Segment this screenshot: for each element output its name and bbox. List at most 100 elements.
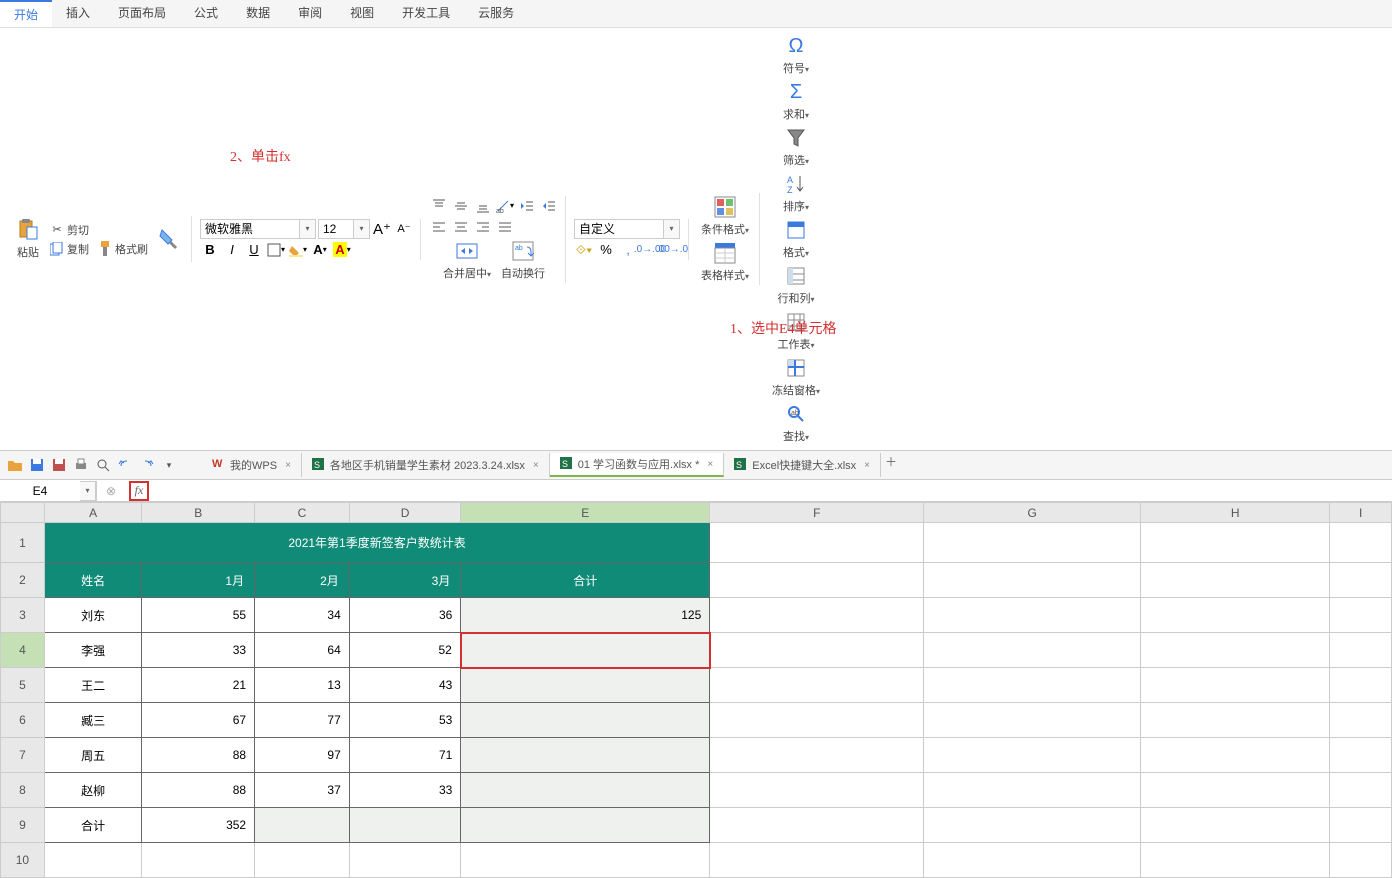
cell[interactable] [924, 808, 1141, 843]
font-color-button[interactable]: A▾ [310, 240, 330, 260]
cell[interactable] [924, 668, 1141, 703]
menu-tab-cloud[interactable]: 云服务 [464, 0, 528, 27]
close-icon[interactable]: × [864, 460, 870, 471]
cell[interactable] [924, 633, 1141, 668]
row-header[interactable]: 1 [1, 523, 45, 563]
cell[interactable]: 王二 [44, 668, 142, 703]
cancel-formula-button[interactable]: ⊗ [101, 481, 121, 501]
undo-icon[interactable] [116, 456, 134, 474]
cell[interactable]: 64 [255, 633, 350, 668]
cell[interactable] [461, 738, 710, 773]
cell[interactable] [924, 703, 1141, 738]
cell[interactable]: 88 [142, 738, 255, 773]
cell[interactable] [1330, 703, 1392, 738]
cell[interactable] [1141, 523, 1330, 563]
row-header[interactable]: 5 [1, 668, 45, 703]
freeze-button[interactable]: 冻结窗格▾ [768, 354, 824, 400]
menu-tab-insert[interactable]: 插入 [52, 0, 104, 27]
paste-button[interactable]: 粘贴 [12, 216, 44, 262]
highlight-button[interactable]: A▾ [332, 240, 352, 260]
cell[interactable]: 33 [142, 633, 255, 668]
cell[interactable]: 37 [255, 773, 350, 808]
cell[interactable]: 53 [349, 703, 461, 738]
cell[interactable] [710, 563, 924, 598]
grid[interactable]: A B C D E F G H I 1 2021年第1季度新签客户数统计表 2 … [0, 502, 1392, 878]
menu-tab-review[interactable]: 审阅 [284, 0, 336, 27]
row-header[interactable]: 9 [1, 808, 45, 843]
menu-tab-dev[interactable]: 开发工具 [388, 0, 464, 27]
table-style-button[interactable]: 表格样式▾ [697, 239, 753, 285]
add-tab-button[interactable]: ＋ [881, 453, 901, 477]
cell[interactable]: 合计 [44, 808, 142, 843]
underline-button[interactable]: U [244, 240, 264, 260]
cell[interactable]: 55 [142, 598, 255, 633]
table-header[interactable]: 合计 [461, 563, 710, 598]
num-format-combo[interactable]: ▾ [574, 219, 682, 239]
cell[interactable] [1330, 843, 1392, 878]
cell[interactable] [255, 843, 350, 878]
menu-tab-formula[interactable]: 公式 [180, 0, 232, 27]
cell[interactable] [924, 738, 1141, 773]
dec-decimal-button[interactable]: .00→.0 [662, 240, 682, 260]
cell[interactable]: 67 [142, 703, 255, 738]
col-header-C[interactable]: C [255, 503, 350, 523]
cell[interactable]: 88 [142, 773, 255, 808]
col-header-I[interactable]: I [1330, 503, 1392, 523]
cell[interactable]: 352 [142, 808, 255, 843]
border-button[interactable]: ▾ [266, 240, 286, 260]
saveas-icon[interactable] [50, 456, 68, 474]
cell[interactable] [710, 668, 924, 703]
font-shrink-button[interactable]: A⁻ [394, 219, 414, 239]
cell[interactable] [1141, 738, 1330, 773]
doc-tab-3[interactable]: SExcel快捷键大全.xlsx× [724, 453, 881, 477]
col-header-F[interactable]: F [710, 503, 924, 523]
cell[interactable] [924, 563, 1141, 598]
cell[interactable]: 97 [255, 738, 350, 773]
row-header[interactable]: 4 [1, 633, 45, 668]
font-size-combo[interactable]: ▾ [318, 219, 370, 239]
cond-format-button[interactable]: 条件格式▾ [697, 193, 753, 239]
col-header-E[interactable]: E [461, 503, 710, 523]
cell[interactable] [1141, 843, 1330, 878]
cell[interactable] [924, 843, 1141, 878]
sort-button[interactable]: AZ排序▾ [779, 170, 813, 216]
cell[interactable] [710, 523, 924, 563]
row-header[interactable]: 3 [1, 598, 45, 633]
font-grow-button[interactable]: A⁺ [372, 219, 392, 239]
cell[interactable] [1330, 738, 1392, 773]
col-header-D[interactable]: D [349, 503, 461, 523]
table-header[interactable]: 1月 [142, 563, 255, 598]
format-painter-button[interactable]: 格式刷 [94, 240, 151, 258]
cell[interactable]: 77 [255, 703, 350, 738]
chevron-down-icon[interactable]: ▾ [80, 481, 96, 501]
table-title[interactable]: 2021年第1季度新签客户数统计表 [44, 523, 709, 563]
cell[interactable] [1330, 633, 1392, 668]
cut-button[interactable]: ✂剪切 [46, 221, 151, 239]
col-header-G[interactable]: G [924, 503, 1141, 523]
cell[interactable] [349, 808, 461, 843]
cell[interactable] [1330, 598, 1392, 633]
cell[interactable] [44, 843, 142, 878]
cell[interactable] [461, 668, 710, 703]
row-header[interactable]: 6 [1, 703, 45, 738]
cell[interactable]: 赵柳 [44, 773, 142, 808]
formula-input[interactable] [153, 480, 1392, 501]
cell[interactable]: 21 [142, 668, 255, 703]
cell[interactable] [1141, 633, 1330, 668]
symbols-button[interactable]: Ω符号▾ [779, 32, 813, 78]
cell[interactable] [710, 598, 924, 633]
close-icon[interactable]: × [285, 460, 291, 471]
rowcol-button[interactable]: 行和列▾ [774, 262, 819, 308]
cell[interactable] [1141, 808, 1330, 843]
orient-button[interactable]: ab▾ [495, 196, 515, 216]
cell[interactable]: 刘东 [44, 598, 142, 633]
brush-big-button[interactable] [153, 225, 185, 253]
table-header[interactable]: 2月 [255, 563, 350, 598]
chevron-down-icon[interactable]: ▾ [354, 219, 370, 239]
cell[interactable] [1141, 668, 1330, 703]
num-format-input[interactable] [574, 219, 664, 239]
cell[interactable]: 71 [349, 738, 461, 773]
row-header[interactable]: 2 [1, 563, 45, 598]
font-size-input[interactable] [318, 219, 354, 239]
name-box[interactable]: ▾ [0, 481, 97, 501]
